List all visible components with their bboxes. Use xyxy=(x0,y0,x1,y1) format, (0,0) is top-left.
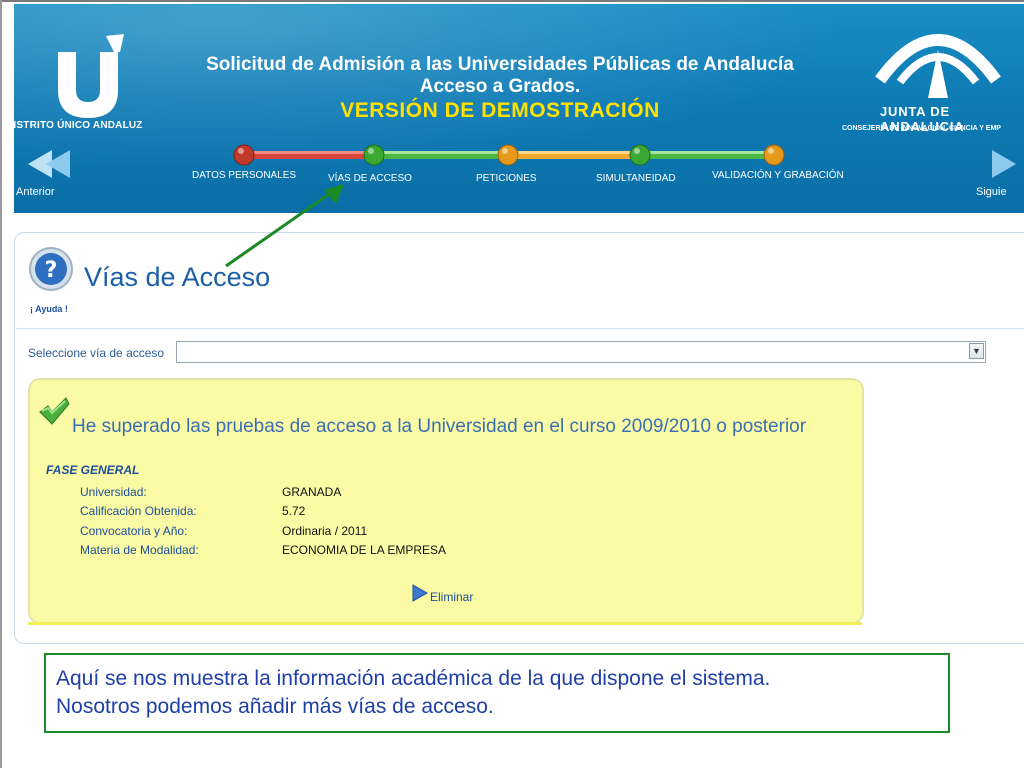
step-validacion-grabacion[interactable]: VALIDACIÓN Y GRABACIÓN xyxy=(712,170,844,181)
card-title: He superado las pruebas de acceso a la U… xyxy=(72,416,807,437)
top-border xyxy=(0,0,1024,2)
access-route-select-label: Seleccione vía de acceso xyxy=(28,346,165,360)
demo-version-label: VERSIÓN DE DEMOSTRACIÓN xyxy=(340,99,660,122)
chevron-down-icon[interactable]: ▼ xyxy=(969,343,984,359)
note-line-1: Aquí se nos muestra la información acadé… xyxy=(56,667,771,690)
step-peticiones[interactable]: PETICIONES xyxy=(476,173,537,184)
step-simultaneidad[interactable]: SIMULTANEIDAD xyxy=(596,173,676,184)
screen: DISTRITO ÚNICO ANDALUZ Solicitud de Admi… xyxy=(0,0,1024,768)
explanation-note: Aquí se nos muestra la información acadé… xyxy=(44,653,950,733)
step-dot-simultaneidad xyxy=(629,144,651,166)
annotation-arrow-icon xyxy=(225,184,344,268)
field-label: Materia de Modalidad: xyxy=(80,543,199,557)
field-label: Universidad: xyxy=(80,485,147,499)
field-label: Convocatoria y Año: xyxy=(80,524,188,538)
next-button-label[interactable]: Siguie xyxy=(976,186,1007,198)
next-arrow-icon[interactable] xyxy=(982,146,1022,182)
app-title: Solicitud de Admisión a las Universidade… xyxy=(200,54,800,122)
logo-caption: DISTRITO ÚNICO ANDALUZ xyxy=(6,120,143,131)
svg-text:?: ? xyxy=(45,258,58,283)
note-text: Aquí se nos muestra la información acadé… xyxy=(56,665,936,721)
field-value: ECONOMIA DE LA EMPRESA xyxy=(282,543,447,557)
access-route-card xyxy=(28,378,864,624)
step-dot-vias-de-acceso xyxy=(363,144,385,166)
step-datos-personales[interactable]: DATOS PERSONALES xyxy=(192,170,296,181)
help-label[interactable]: ¡ Ayuda ! xyxy=(30,304,68,314)
play-arrow-icon[interactable] xyxy=(412,584,428,602)
note-line-2: Nosotros podemos añadir más vías de acce… xyxy=(56,695,494,718)
card-underline xyxy=(28,622,862,625)
title-line-1: Solicitud de Admisión a las Universidade… xyxy=(206,54,794,75)
step-dot-validacion xyxy=(763,144,785,166)
distrito-unico-logo-icon xyxy=(58,34,124,118)
step-dot-datos-personales xyxy=(233,144,255,166)
step-dot-peticiones xyxy=(497,144,519,166)
help-question-icon[interactable]: ? xyxy=(28,246,74,292)
delete-label[interactable]: Eliminar xyxy=(430,590,473,604)
junta-subtitle: CONSEJERÍA DE INNOVACIÓN, CIENCIA Y EMP xyxy=(842,125,1001,132)
field-value: Ordinaria / 2011 xyxy=(282,524,368,538)
section-heading: FASE GENERAL xyxy=(46,463,140,477)
previous-button-label[interactable]: Anterior xyxy=(16,186,55,198)
checkmark-icon xyxy=(39,397,70,425)
title-line-2: Acceso a Grados. xyxy=(419,76,581,97)
left-border xyxy=(0,0,2,768)
access-route-select[interactable] xyxy=(176,341,986,363)
field-value: GRANADA xyxy=(282,485,342,499)
previous-arrow-icon[interactable] xyxy=(22,146,82,182)
title-divider xyxy=(16,328,1024,329)
step-progress-bar xyxy=(233,144,785,166)
field-value: 5.72 xyxy=(282,504,306,518)
field-label: Calificación Obtenida: xyxy=(80,504,197,518)
